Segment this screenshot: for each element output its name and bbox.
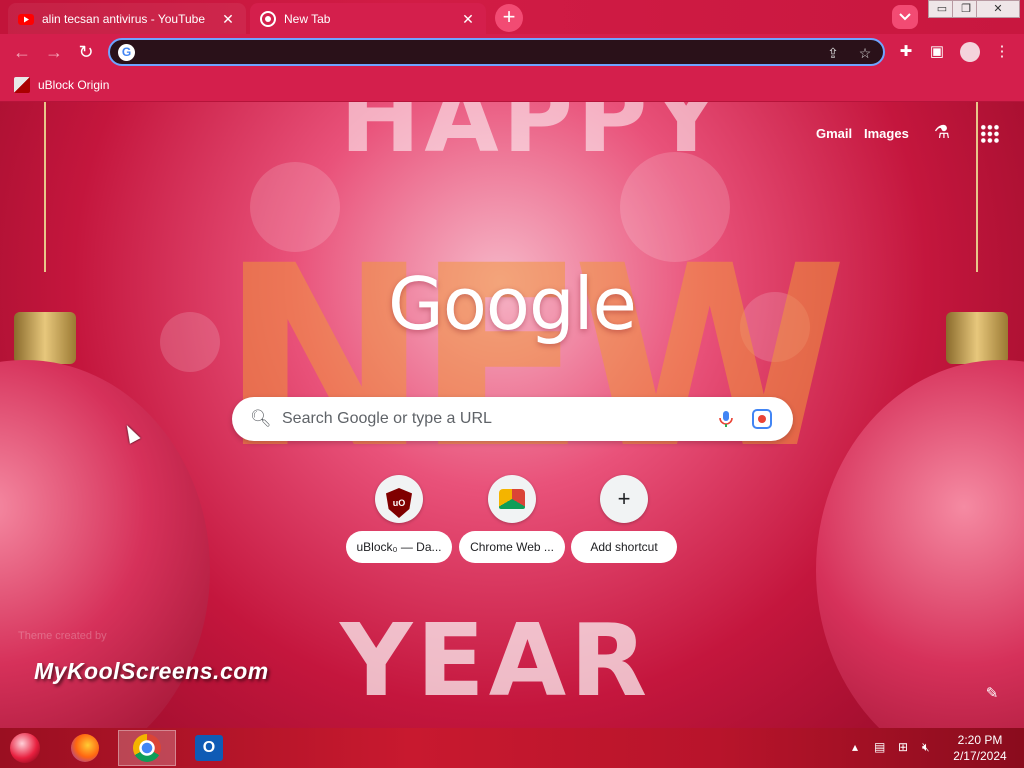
google-icon: G [118,44,135,61]
shortcut-label: Add shortcut [571,531,677,563]
outlook-icon: O [195,735,223,761]
bookmarks-bar: uBlock Origin [0,70,1024,102]
customize-pencil-icon[interactable]: ✎ [980,682,1004,706]
clock-date: 2/17/2024 [953,749,1007,763]
system-clock[interactable]: 2:20 PM 2/17/2024 [944,732,1016,764]
ornament-cap [14,312,76,364]
new-tab-page: HAPPY NEW YEAR Gmail Images ⚗ Google 🔍︎ … [0,102,1024,728]
firefox-icon [71,734,99,762]
ornament-cap [946,312,1008,364]
menu-icon[interactable]: ⋮ [992,42,1012,62]
close-tab-icon[interactable]: ✕ [220,11,236,27]
chrome-web-store-icon [488,475,536,523]
chrome-icon [260,10,276,27]
theme-credit[interactable]: Theme created by [18,630,107,642]
background-text-new: NEW [220,212,848,503]
tab-search-button[interactable] [892,5,918,29]
youtube-icon [18,11,34,27]
google-logo: Google [388,262,637,346]
background-text-happy: HAPPY [340,102,725,174]
volume-muted-icon[interactable]: 🔇︎ [922,740,930,755]
search-icon: 🔍︎ [250,409,272,428]
gmail-link[interactable]: Gmail [816,126,852,141]
search-box[interactable]: 🔍︎ [232,397,793,441]
reload-button[interactable]: ↻ [74,40,98,64]
share-icon[interactable]: ⇪ [824,44,842,62]
back-button[interactable]: ← [10,40,34,64]
background-text-year: YEAR [340,602,652,719]
close-tab-icon[interactable]: ✕ [460,11,476,27]
plus-icon: + [600,475,648,523]
new-tab-button[interactable]: + [495,4,523,32]
profile-avatar[interactable] [960,42,980,62]
ornament-right [816,360,1024,728]
action-center-icon[interactable]: ▤ [874,740,885,754]
images-link[interactable]: Images [864,126,909,141]
shortcut-label: uBlock₀ — Da... [346,531,452,563]
tab-title: alin tecsan antivirus - YouTube [42,11,205,26]
search-input[interactable] [282,407,702,431]
apps-grid-icon[interactable] [980,124,1000,144]
extensions-icon[interactable]: ✚ [896,42,916,62]
ublock-icon: uO [375,475,423,523]
close-window-button[interactable]: ✕ [976,0,1020,18]
chevron-down-icon [899,13,911,21]
taskbar-firefox[interactable] [56,730,114,766]
bookmark-ublock-origin[interactable]: uBlock Origin [14,77,109,93]
show-hidden-icons-icon[interactable]: ▴ [852,740,858,754]
shortcut-add[interactable]: + Add shortcut [571,473,677,567]
clock-time: 2:20 PM [957,733,1003,747]
watermark: MyKoolScreens.com [34,658,269,684]
ornament-string [44,102,46,272]
bookmark-star-icon[interactable]: ☆ [856,44,874,62]
google-lens-icon[interactable] [752,409,772,429]
chrome-icon [133,734,161,762]
shortcut-label: Chrome Web ... [459,531,565,563]
shortcut-ublock[interactable]: uO uBlock₀ — Da... [346,473,452,567]
tab-strip: alin tecsan antivirus - YouTube ✕ New Ta… [0,0,1024,34]
tab-youtube[interactable]: alin tecsan antivirus - YouTube ✕ [8,3,246,34]
side-panel-icon[interactable]: ▣ [927,42,947,62]
network-icon[interactable]: ⊞ [898,740,908,754]
bookmark-label: uBlock Origin [38,78,110,92]
tab-new-tab[interactable]: New Tab ✕ [250,3,486,34]
toolbar: ← → ↻ G ⇪ ☆ ✚ ▣ ⋮ [0,34,1024,70]
bokeh-light [160,312,220,372]
taskbar: O ▴ ▤ ⊞ 🔇︎ 2:20 PM 2/17/2024 [0,728,1024,768]
microphone-icon[interactable] [716,409,736,429]
ornament-string [976,102,978,272]
tab-title: New Tab [284,11,331,26]
ublock-icon [14,77,30,93]
start-button[interactable] [10,733,40,763]
labs-flask-icon[interactable]: ⚗ [930,122,954,146]
shortcut-chrome-web-store[interactable]: Chrome Web ... [459,473,565,567]
address-bar[interactable]: G ⇪ ☆ [108,38,885,66]
taskbar-outlook[interactable]: O [180,730,238,766]
forward-button[interactable]: → [42,40,66,64]
taskbar-chrome[interactable] [118,730,176,766]
